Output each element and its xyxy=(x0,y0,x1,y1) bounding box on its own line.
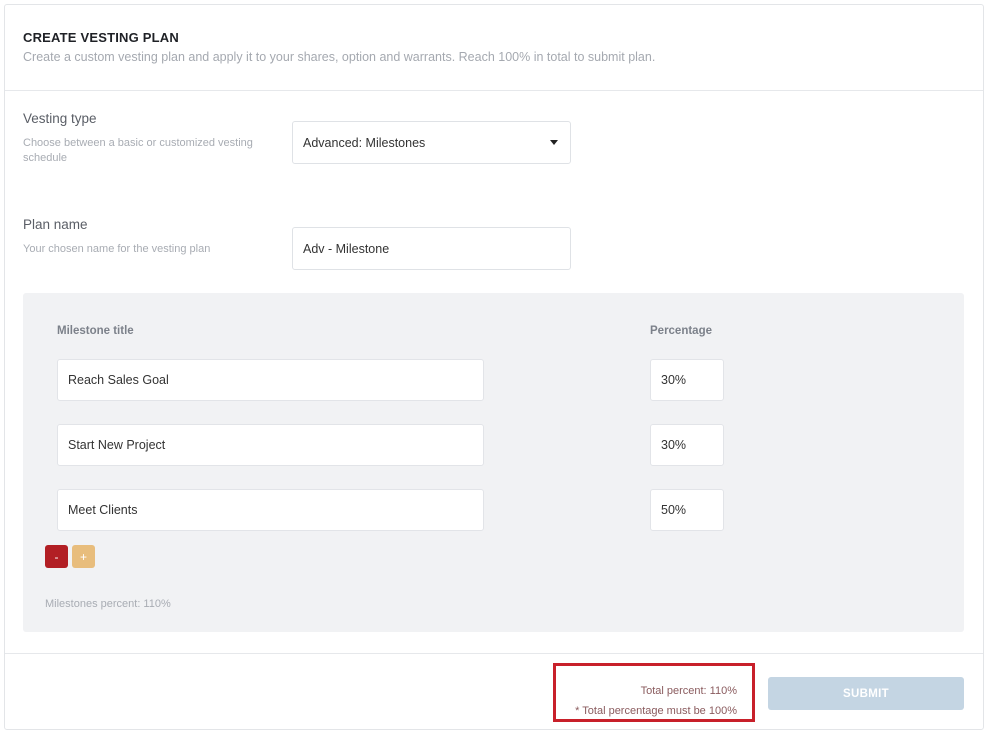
milestone-title-input[interactable]: Reach Sales Goal xyxy=(57,359,484,401)
plan-name-value: Adv - Milestone xyxy=(303,241,390,256)
validation-error-box: Total percent: 110% * Total percentage m… xyxy=(553,663,755,722)
caret-down-icon xyxy=(550,140,558,145)
submit-button[interactable]: SUBMIT xyxy=(768,677,964,710)
milestone-title-input[interactable]: Meet Clients xyxy=(57,489,484,531)
milestone-percentage-value: 50% xyxy=(661,503,687,517)
plan-name-help: Your chosen name for the vesting plan xyxy=(23,243,211,255)
card-footer: Total percent: 110% * Total percentage m… xyxy=(5,653,983,731)
milestone-title-value: Reach Sales Goal xyxy=(68,373,169,387)
total-percent-error: * Total percentage must be 100% xyxy=(575,705,737,717)
milestone-percentage-input[interactable]: 50% xyxy=(650,489,724,531)
milestone-percentage-input[interactable]: 30% xyxy=(650,424,724,466)
milestones-panel: Milestone title Percentage Reach Sales G… xyxy=(23,293,964,632)
milestone-title-value: Start New Project xyxy=(68,438,166,452)
vesting-type-label: Vesting type xyxy=(23,111,97,126)
milestone-title-value: Meet Clients xyxy=(68,503,138,517)
milestone-percentage-value: 30% xyxy=(661,373,687,387)
milestones-percent-summary: Milestones percent: 110% xyxy=(45,598,171,610)
add-milestone-button[interactable]: + xyxy=(72,545,95,568)
remove-milestone-button[interactable]: - xyxy=(45,545,68,568)
page-subtitle: Create a custom vesting plan and apply i… xyxy=(23,50,656,64)
vesting-plan-card: CREATE VESTING PLAN Create a custom vest… xyxy=(4,4,984,730)
milestone-percentage-input[interactable]: 30% xyxy=(650,359,724,401)
milestone-title-header: Milestone title xyxy=(57,325,134,337)
plan-name-label: Plan name xyxy=(23,217,88,232)
vesting-type-selected-value: Advanced: Milestones xyxy=(303,135,426,150)
percentage-header: Percentage xyxy=(650,325,713,337)
card-header: CREATE VESTING PLAN Create a custom vest… xyxy=(5,5,983,91)
plan-name-input[interactable]: Adv - Milestone xyxy=(292,227,571,270)
page-title: CREATE VESTING PLAN xyxy=(23,30,179,45)
vesting-type-select[interactable]: Advanced: Milestones xyxy=(292,121,571,164)
total-percent-text: Total percent: 110% xyxy=(640,685,737,697)
vesting-type-help: Choose between a basic or customized ves… xyxy=(23,137,253,164)
milestone-percentage-value: 30% xyxy=(661,438,687,452)
milestone-title-input[interactable]: Start New Project xyxy=(57,424,484,466)
